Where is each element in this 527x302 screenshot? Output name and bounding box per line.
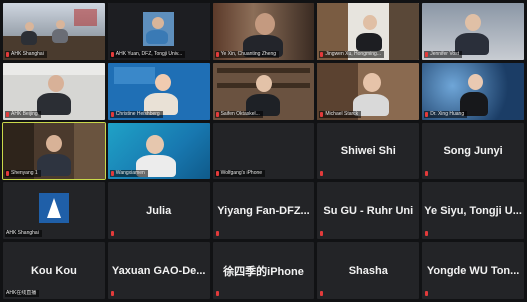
- mic-muted-icon: [215, 111, 219, 117]
- mic-muted-icon: [425, 111, 429, 117]
- mic-muted-icon: [6, 111, 9, 117]
- mic-muted-icon: [110, 290, 114, 296]
- participant-name: Julia: [146, 204, 172, 217]
- participant-label: Wangxiamen: [109, 170, 148, 178]
- participant-tile-19[interactable]: Su GU - Ruhr Uni: [317, 182, 420, 240]
- participant-tile-18[interactable]: Yiyang Fan-DFZ...: [212, 182, 315, 240]
- participant-label: Jingwen Xu, Hongming...: [319, 50, 384, 58]
- participant-name: Yaxuan GAO-De...: [111, 264, 206, 277]
- mic-muted-icon: [425, 290, 429, 296]
- participant-tile-24[interactable]: Shasha: [317, 242, 420, 299]
- mic-muted-icon: [110, 51, 114, 57]
- mic-muted-icon: [110, 111, 114, 117]
- participant-label: AHK Shanghai: [5, 230, 42, 238]
- participant-label: AHK Shanghai: [5, 50, 47, 58]
- participant-grid: AHK Shanghai AHK Yuan, DFZ, Tongji Univ.…: [0, 0, 527, 302]
- participant-tile-9[interactable]: Michael Starck: [317, 62, 420, 120]
- participant-label: Jennifer Vost: [424, 50, 463, 58]
- participant-tile-4[interactable]: Jingwen Xu, Hongming...: [317, 3, 420, 60]
- participant-name: Shasha: [348, 264, 388, 277]
- participant-tile-17[interactable]: Julia: [107, 182, 210, 240]
- participant-label: Michael Starck: [319, 110, 362, 118]
- participant-tile-10[interactable]: Dr. Xing Huang: [422, 62, 524, 120]
- participant-name: Ye Siyu, Tongji U...: [424, 204, 522, 217]
- mic-muted-icon: [215, 51, 219, 57]
- participant-tile-14[interactable]: Shiwei Shi: [317, 122, 420, 180]
- participant-tile-11[interactable]: Shenyang 1: [2, 121, 106, 181]
- mic-muted-icon: [320, 290, 324, 296]
- participant-label: AHK在线直播: [5, 289, 40, 297]
- participant-tile-1[interactable]: AHK Shanghai: [3, 3, 105, 60]
- participant-tile-7[interactable]: Christine Heishberg: [107, 62, 210, 120]
- participant-label: Shenyang 1: [5, 170, 41, 178]
- participant-tile-13[interactable]: Wolfgang's iPhone: [212, 122, 315, 180]
- mic-muted-icon: [425, 51, 429, 57]
- participant-label: Christine Heishberg: [109, 110, 163, 118]
- participant-name: Song Junyi: [443, 144, 503, 157]
- mic-muted-icon: [6, 51, 9, 57]
- participant-tile-16[interactable]: AHK Shanghai: [3, 182, 105, 240]
- participant-label: Ye Xin, Chuanting Zheng: [214, 50, 280, 58]
- participant-tile-25[interactable]: Yongde WU Ton...: [422, 242, 524, 299]
- mic-muted-icon: [6, 171, 9, 177]
- participant-tile-5[interactable]: Jennifer Vost: [422, 3, 524, 60]
- ahk-logo-icon: [38, 192, 69, 223]
- mic-muted-icon: [215, 171, 219, 177]
- participant-name: Su GU - Ruhr Uni: [323, 204, 414, 217]
- participant-tile-21[interactable]: Kou Kou AHK在线直播: [3, 242, 105, 299]
- mic-muted-icon: [425, 231, 429, 237]
- mic-muted-icon: [215, 231, 219, 237]
- participant-tile-15[interactable]: Song Junyi: [422, 122, 524, 180]
- mic-muted-icon: [425, 171, 429, 177]
- participant-name: 徐四季的iPhone: [223, 265, 304, 278]
- participant-label: Dr. Xing Huang: [424, 110, 468, 118]
- participant-tile-20[interactable]: Ye Siyu, Tongji U...: [422, 182, 524, 240]
- participant-label: Wolfgang's iPhone: [214, 170, 266, 178]
- mic-muted-icon: [215, 290, 219, 296]
- participant-tile-2[interactable]: AHK Yuan, DFZ, Tongji Univ...: [107, 3, 210, 60]
- participant-tile-3[interactable]: Ye Xin, Chuanting Zheng: [212, 3, 315, 60]
- participant-label: AHK Yuan, DFZ, Tongji Univ...: [109, 50, 186, 58]
- participant-label: AHK Beijing: [5, 110, 41, 118]
- participant-tile-8[interactable]: Saifen Oktaskel...: [212, 62, 315, 120]
- participant-tile-23[interactable]: 徐四季的iPhone: [212, 242, 315, 299]
- participant-tile-22[interactable]: Yaxuan GAO-De...: [107, 242, 210, 299]
- mic-muted-icon: [110, 171, 114, 177]
- mic-muted-icon: [320, 51, 324, 57]
- participant-tile-6[interactable]: AHK Beijing: [3, 62, 105, 120]
- mic-muted-icon: [110, 231, 114, 237]
- participant-label: Saifen Oktaskel...: [214, 110, 263, 118]
- participant-name: Yiyang Fan-DFZ...: [217, 204, 310, 217]
- mic-muted-icon: [320, 111, 324, 117]
- participant-tile-12[interactable]: Wangxiamen: [107, 122, 210, 180]
- participant-name: Shiwei Shi: [340, 144, 396, 157]
- participant-name: Yongde WU Ton...: [426, 264, 520, 277]
